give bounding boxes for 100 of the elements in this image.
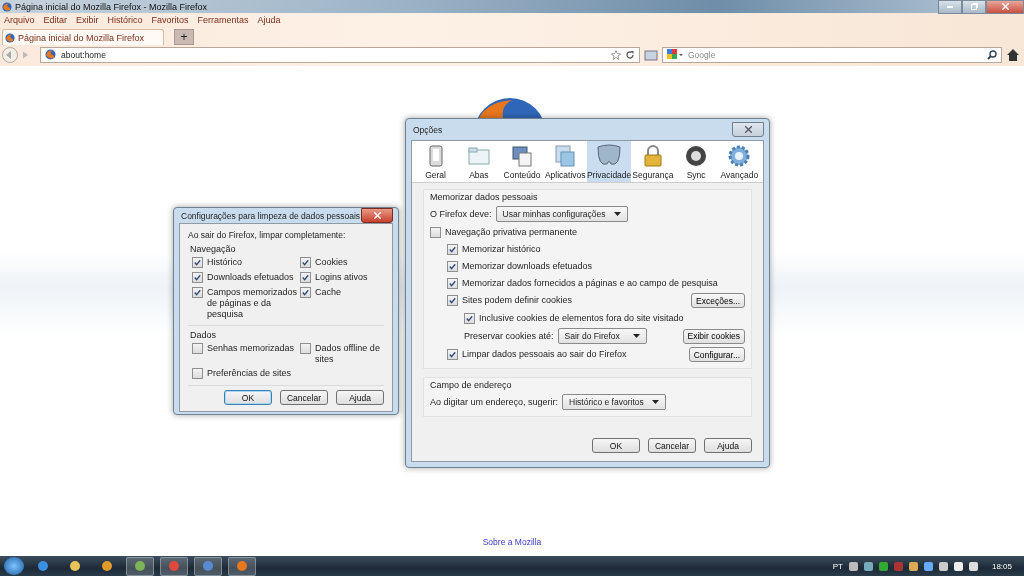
- checkbox-label[interactable]: Memorizar dados fornecidos a páginas e ao campo de pesquisa: [462, 277, 718, 289]
- checkbox[interactable]: [447, 349, 458, 360]
- dialog-button[interactable]: Cancelar: [279, 390, 328, 405]
- dialog-button[interactable]: Ajuda: [336, 390, 384, 405]
- minimize-button[interactable]: [938, 0, 962, 14]
- dialog-heading: Ao sair do Firefox, limpar completamente:: [188, 230, 347, 240]
- checkbox-label[interactable]: Memorizar histórico: [462, 243, 541, 255]
- options-tab[interactable]: Abas: [457, 141, 501, 182]
- clock[interactable]: 18:05: [991, 561, 1012, 571]
- caret-icon: [632, 334, 640, 338]
- home-icon[interactable]: [1006, 47, 1020, 62]
- dropdown-label: O Firefox deve:: [430, 209, 492, 219]
- checkbox[interactable]: [447, 295, 458, 306]
- checkbox-label[interactable]: Preferências de sites: [207, 368, 292, 379]
- options-side-button[interactable]: Exibir cookies: [682, 328, 745, 344]
- dialog-button[interactable]: Cancelar: [647, 438, 696, 453]
- documents-icon: [510, 144, 535, 168]
- checkbox[interactable]: [447, 243, 458, 255]
- search-input[interactable]: Google: [688, 49, 982, 60]
- options-tab[interactable]: Privacidade: [586, 141, 632, 182]
- checkbox-label[interactable]: Limpar dados pessoais ao sair do Firefox: [462, 349, 627, 360]
- window-title: Página inicial do Mozilla Firefox - Mozilla Firefox: [15, 1, 208, 12]
- checkbox-label[interactable]: Histórico: [207, 257, 242, 268]
- search-icon[interactable]: [987, 49, 997, 60]
- close-button[interactable]: [361, 208, 393, 223]
- options-tab[interactable]: Geral: [414, 141, 458, 182]
- options-tab[interactable]: Aplicativos: [543, 141, 587, 182]
- checkbox-label[interactable]: Dados offline de sites: [315, 343, 384, 365]
- dialog-title: Configurações para limpeza de dados pessoais: [181, 210, 361, 221]
- options-tab[interactable]: Avançado: [717, 141, 761, 182]
- checkbox[interactable]: [192, 272, 203, 283]
- start-button[interactable]: [4, 557, 24, 575]
- taskbar-app-icon[interactable]: [126, 556, 154, 576]
- language-indicator[interactable]: PT: [832, 561, 843, 571]
- menu-item[interactable]: Ferramentas: [197, 15, 249, 25]
- checkbox-label[interactable]: Campos memorizados de páginas e da pesquisa: [207, 287, 300, 320]
- window-icon: [466, 144, 491, 168]
- close-icon: [373, 212, 381, 219]
- footer-link[interactable]: Sobre a Mozilla: [482, 537, 542, 547]
- close-icon: [744, 126, 752, 133]
- checkbox-label[interactable]: Memorizar downloads efetuados: [462, 260, 593, 272]
- options-side-button[interactable]: Configurar...: [688, 347, 745, 362]
- checkbox[interactable]: [192, 343, 203, 354]
- group-title: Memorizar dados pessoais: [430, 192, 539, 202]
- checkbox[interactable]: [192, 368, 203, 379]
- options-tab[interactable]: Segurança: [631, 141, 675, 182]
- search-field[interactable]: Google: [662, 46, 1002, 63]
- checkbox-label[interactable]: Cache: [315, 287, 341, 298]
- checkbox[interactable]: [300, 343, 311, 354]
- dropdown[interactable]: Histórico e favoritos: [562, 394, 666, 410]
- checkbox[interactable]: [430, 226, 441, 238]
- checkbox[interactable]: [464, 312, 475, 324]
- search-engine-icon[interactable]: [667, 49, 683, 60]
- checkbox-label[interactable]: Cookies: [315, 257, 348, 268]
- dropdown[interactable]: Sair do Firefox: [557, 328, 647, 344]
- reload-icon[interactable]: [625, 49, 635, 60]
- close-button[interactable]: [732, 122, 764, 137]
- star-icon[interactable]: [611, 49, 621, 60]
- gear-icon: [727, 144, 752, 168]
- checkbox-label[interactable]: Senhas memorizadas: [207, 343, 295, 354]
- restore-button[interactable]: [962, 0, 986, 14]
- dropdown[interactable]: Usar minhas configurações: [495, 206, 628, 222]
- checkbox-label[interactable]: Inclusive cookies de elementos fora do site visitado: [479, 312, 684, 324]
- options-tab[interactable]: Sync: [674, 141, 718, 182]
- applications-icon: [553, 144, 578, 168]
- browser-tab[interactable]: Página inicial do Mozilla Firefox: [2, 29, 164, 45]
- checkbox[interactable]: [447, 260, 458, 272]
- menu-item[interactable]: Exibir: [76, 15, 99, 25]
- dialog-button[interactable]: OK: [591, 438, 640, 453]
- close-icon: [1001, 3, 1009, 10]
- checkbox-label[interactable]: Sites podem definir cookies: [462, 295, 573, 306]
- section-title: Navegação: [190, 244, 237, 254]
- checkbox[interactable]: [447, 277, 458, 289]
- menu-item[interactable]: Ajuda: [257, 15, 281, 25]
- dialog-button[interactable]: OK: [223, 390, 272, 405]
- checkbox[interactable]: [300, 257, 311, 268]
- menu-item[interactable]: Favoritos: [151, 15, 189, 25]
- checkbox[interactable]: [192, 257, 203, 268]
- options-side-button[interactable]: Exceções...: [691, 293, 745, 308]
- options-tab[interactable]: Conteúdo: [500, 141, 544, 182]
- globe-fox-icon: [45, 49, 56, 60]
- new-tab-button[interactable]: +: [174, 29, 194, 45]
- menu-item[interactable]: Editar: [43, 15, 68, 25]
- checkbox-label[interactable]: Navegação privativa permanente: [445, 226, 578, 238]
- menu-item[interactable]: Histórico: [107, 15, 143, 25]
- dialog-button[interactable]: Ajuda: [704, 438, 752, 453]
- globe-fox-icon: [5, 32, 15, 43]
- close-button[interactable]: [986, 0, 1024, 14]
- checkbox-label[interactable]: Logins ativos: [315, 272, 368, 283]
- dialog-title: Opções: [413, 124, 443, 135]
- restore-icon: [970, 3, 978, 10]
- checkbox[interactable]: [300, 272, 311, 283]
- checkbox[interactable]: [300, 287, 311, 298]
- mask-icon: [597, 144, 622, 168]
- address-bar[interactable]: about:home: [40, 46, 640, 63]
- caret-icon: [651, 400, 659, 404]
- menu-item[interactable]: Arquivo: [4, 15, 35, 25]
- checkbox-label[interactable]: Downloads efetuados: [207, 272, 294, 283]
- group-title: Campo de endereço: [430, 380, 513, 390]
- checkbox[interactable]: [192, 287, 203, 298]
